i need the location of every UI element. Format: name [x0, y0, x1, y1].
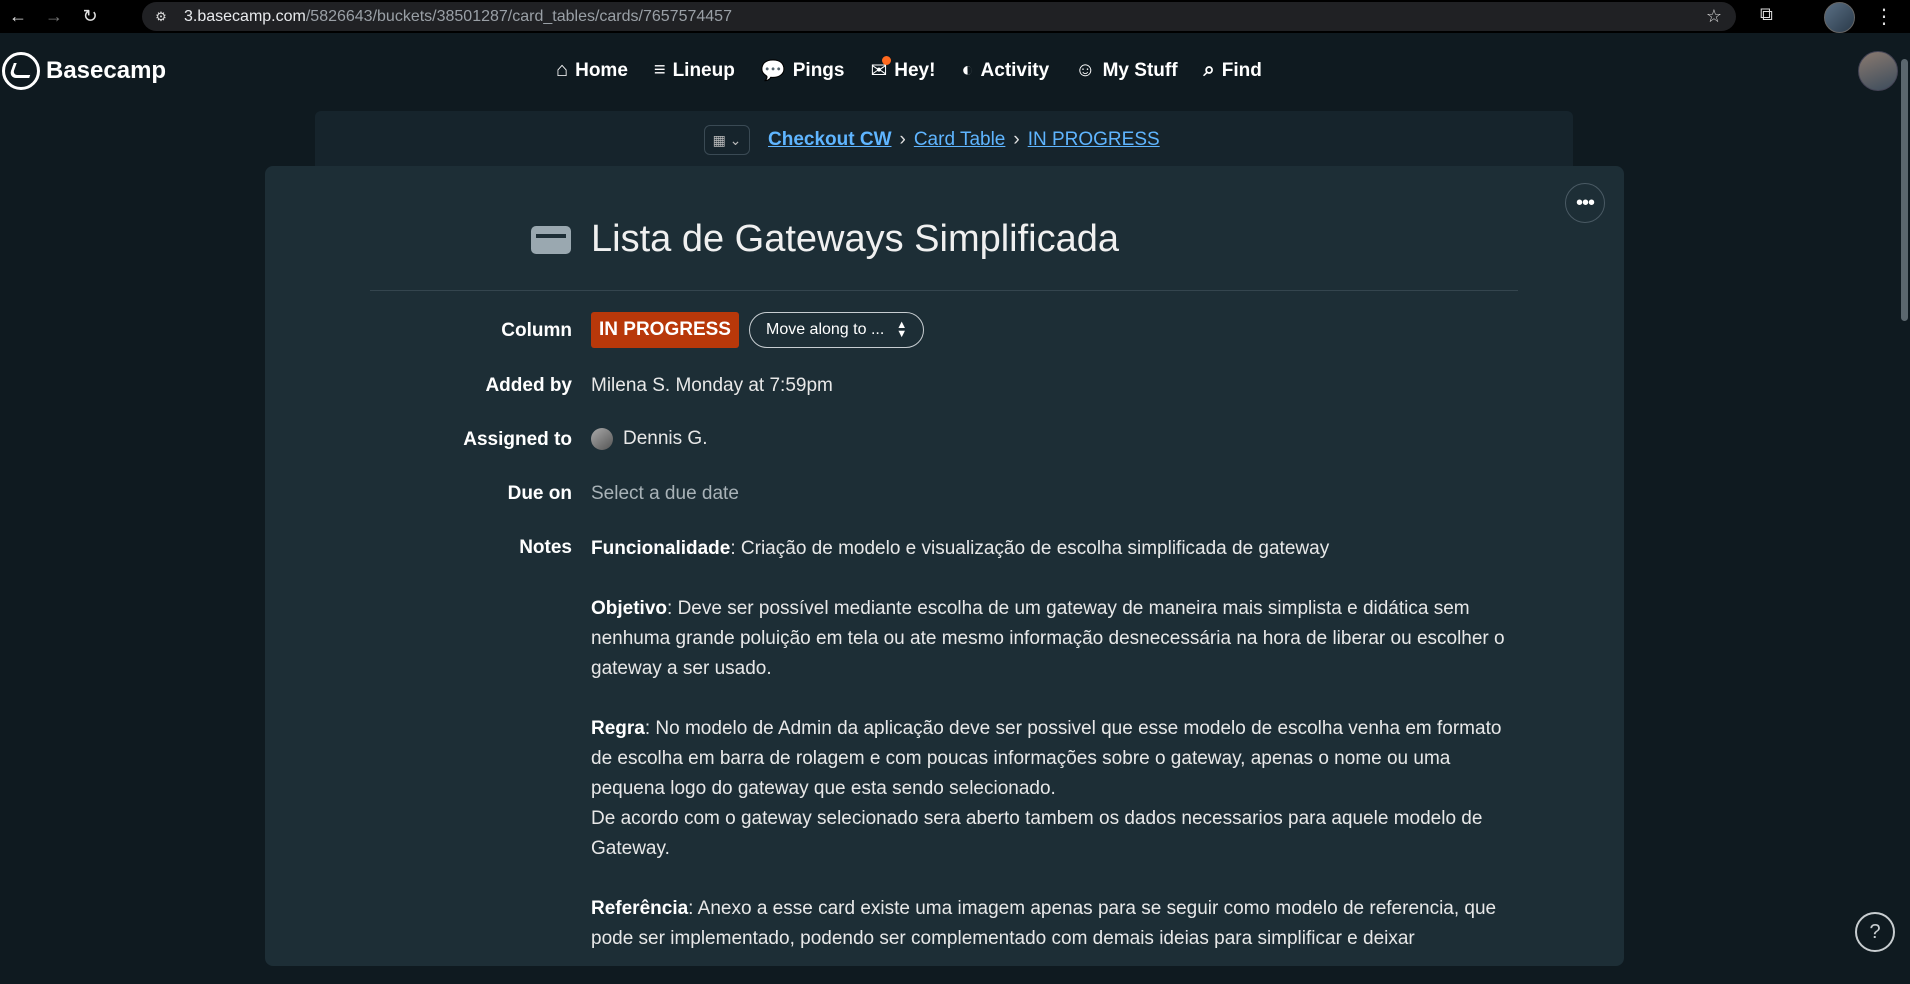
forward-arrow-icon[interactable]: → — [36, 0, 72, 33]
notes-text: : No modelo de Admin da aplicação deve s… — [591, 718, 1502, 799]
notes-label: Notes — [519, 537, 572, 558]
nav-pings[interactable]: 💬 Pings — [761, 58, 845, 83]
basecamp-logo[interactable]: Basecamp — [2, 52, 166, 90]
move-along-select[interactable]: Move along to ... ▲ ▼ — [748, 312, 925, 348]
bookmark-star-icon[interactable]: ☆ — [1706, 6, 1722, 27]
more-options-button[interactable]: ••• — [1565, 183, 1605, 223]
project-switcher-button[interactable]: ▦ ⌄ — [704, 125, 750, 155]
nav-my-stuff[interactable]: ☺ My Stuff — [1075, 59, 1177, 82]
nav-hey-label: Hey! — [894, 59, 936, 81]
card-icon — [531, 225, 571, 254]
search-icon: ⌕ — [1203, 59, 1215, 81]
breadcrumb-table-link[interactable]: Card Table — [914, 129, 1006, 151]
card-title-row: Lista de Gateways Simplificada — [531, 218, 1119, 261]
added-by-value: Milena S. Monday at 7:59pm — [591, 375, 833, 396]
notes-bold: Funcionalidade — [591, 538, 731, 559]
back-arrow-icon[interactable]: ← — [0, 0, 36, 33]
extensions-icon[interactable]: ⧉ — [1760, 4, 1773, 25]
help-button[interactable]: ? — [1855, 912, 1895, 952]
page-scrollbar[interactable] — [1898, 33, 1910, 944]
address-bar[interactable]: ⚙ 3.basecamp.com/5826643/buckets/3850128… — [142, 2, 1736, 31]
assignee-avatar — [591, 428, 613, 450]
logo-text: Basecamp — [46, 57, 167, 84]
notification-dot — [882, 56, 892, 65]
home-icon: ⌂ — [556, 59, 569, 81]
lineup-icon: ≡ — [653, 59, 666, 81]
url-path: /5826643/buckets/38501287/card_tables/ca… — [305, 7, 732, 25]
assigned-to-value[interactable]: Dennis G. — [591, 428, 707, 450]
due-date-picker[interactable]: Select a due date — [591, 483, 739, 505]
ellipsis-icon: ••• — [1575, 191, 1595, 214]
breadcrumb-separator: › — [1013, 129, 1020, 150]
move-along-label: Move along to ... — [765, 321, 885, 338]
nav-find-label: Find — [1221, 59, 1262, 81]
browser-menu-icon[interactable]: ⋮ — [1874, 4, 1894, 29]
assignee-name: Dennis G. — [623, 428, 708, 449]
breadcrumb: ▦ ⌄ Checkout CW › Card Table › IN PROGRE… — [704, 125, 1160, 155]
scrollbar-thumb[interactable] — [1901, 59, 1908, 321]
title-divider — [370, 290, 1518, 291]
nav-hey[interactable]: ✉ Hey! — [870, 56, 936, 83]
nav-activity-label: Activity — [980, 59, 1050, 81]
notes-text: : Anexo a esse card existe uma imagem ap… — [591, 898, 1497, 949]
pings-icon: 💬 — [760, 60, 786, 82]
nav-lineup[interactable]: ≡ Lineup — [654, 59, 735, 82]
breadcrumb-column-link[interactable]: IN PROGRESS — [1028, 129, 1160, 151]
nav-lineup-label: Lineup — [672, 59, 735, 81]
column-label: Column — [501, 320, 572, 341]
browser-toolbar: ← → ↻ ⚙ 3.basecamp.com/5826643/buckets/3… — [0, 0, 1910, 33]
updown-caret-icon: ▲ ▼ — [896, 319, 908, 340]
nav-find[interactable]: ⌕ Find — [1204, 59, 1262, 82]
url-host: 3.basecamp.com — [184, 7, 306, 25]
notes-text: : Deve ser possível mediante escolha de … — [591, 598, 1505, 679]
browser-profile-avatar[interactable] — [1824, 2, 1855, 33]
basecamp-mark-icon — [2, 52, 40, 90]
notes-bold: Objetivo — [591, 598, 668, 619]
notes-paragraph: Referência: Anexo a esse card existe uma… — [591, 894, 1511, 954]
nav-my-stuff-label: My Stuff — [1102, 59, 1178, 81]
card-title[interactable]: Lista de Gateways Simplificada — [591, 218, 1119, 261]
main-nav: ⌂ Home ≡ Lineup 💬 Pings ✉ Hey! ◐ Activity ☺ My… — [556, 56, 1262, 83]
activity-icon: ◐ — [961, 59, 974, 81]
notes-bold: Referência — [591, 898, 689, 919]
notes-bold: Regra — [591, 718, 645, 739]
my-stuff-icon: ☺ — [1075, 59, 1096, 81]
url-text: 3.basecamp.com/5826643/buckets/38501287/… — [184, 8, 732, 26]
breadcrumb-project-link[interactable]: Checkout CW — [768, 129, 892, 151]
user-avatar[interactable] — [1858, 51, 1898, 91]
column-value-row: IN PROGRESS Move along to ... ▲ ▼ — [591, 312, 925, 348]
added-by-label: Added by — [485, 375, 572, 396]
nav-home-label: Home — [575, 59, 628, 81]
notes-paragraph: Funcionalidade: Criação de modelo e visu… — [591, 534, 1511, 564]
grid-icon: ▦ ⌄ — [712, 131, 742, 148]
notes-text: De acordo com o gateway selecionado sera… — [591, 808, 1483, 859]
notes-paragraph: Regra: No modelo de Admin da aplicação d… — [591, 714, 1511, 864]
help-icon: ? — [1869, 920, 1881, 943]
notes-text: : Criação de modelo e visualização de es… — [730, 538, 1330, 559]
due-on-label: Due on — [507, 483, 572, 504]
column-badge: IN PROGRESS — [591, 312, 739, 348]
reload-icon[interactable]: ↻ — [72, 0, 108, 33]
notes-body[interactable]: Funcionalidade: Criação de modelo e visu… — [591, 534, 1511, 984]
notes-paragraph: Objetivo: Deve ser possível mediante esc… — [591, 594, 1511, 684]
nav-pings-label: Pings — [792, 59, 845, 81]
nav-home[interactable]: ⌂ Home — [556, 59, 628, 82]
breadcrumb-separator: › — [899, 129, 906, 150]
hey-icon: ✉ — [870, 56, 892, 83]
site-settings-icon[interactable]: ⚙ — [148, 6, 174, 28]
nav-activity[interactable]: ◐ Activity — [961, 59, 1049, 82]
assigned-to-label: Assigned to — [463, 429, 572, 450]
